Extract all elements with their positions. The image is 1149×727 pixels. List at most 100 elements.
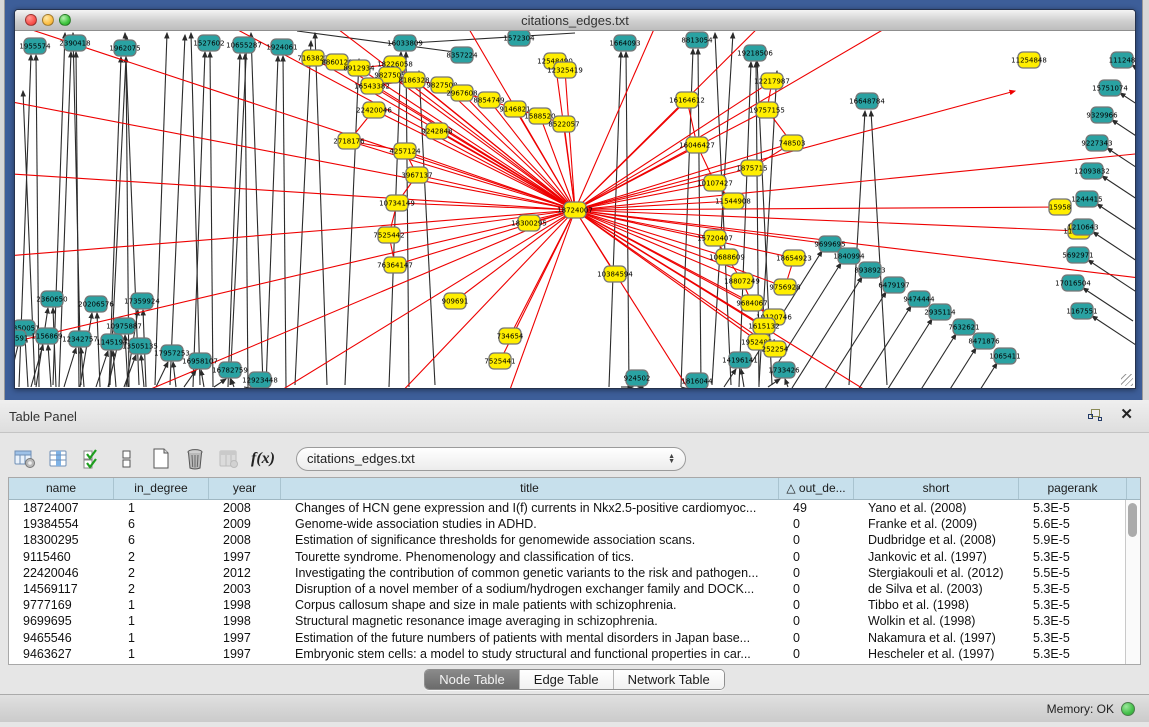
citation-edge-black[interactable] — [1132, 65, 1135, 98]
table-row[interactable]: 2242004622012Investigating the contribut… — [9, 565, 1140, 581]
graph-node-teal[interactable]: 6479197 — [878, 277, 909, 293]
table-row[interactable]: 1872400712008Changes of HCN gene express… — [9, 500, 1140, 516]
graph-node-teal[interactable]: 12342757 — [62, 331, 98, 347]
graph-node-teal[interactable]: 1664093 — [609, 35, 640, 51]
delete-icon[interactable] — [180, 445, 210, 473]
graph-node-teal[interactable]: 17359924 — [124, 293, 160, 309]
tab-network-table[interactable]: Network Table — [614, 670, 724, 689]
table-row[interactable]: 977716911998Corpus callosum shape and si… — [9, 597, 1140, 613]
graph-node-yellow[interactable]: 1875715 — [736, 160, 767, 176]
citation-edge-red[interactable] — [575, 210, 615, 274]
graph-node-teal[interactable]: 19218506 — [737, 45, 773, 61]
function-fx-icon[interactable]: f(x) — [248, 445, 278, 473]
column-header-pagerank[interactable]: pagerank — [1019, 478, 1127, 499]
citation-edge-black[interactable] — [871, 111, 887, 385]
graph-node-yellow[interactable]: 7525441 — [484, 353, 515, 369]
citation-edge-red[interactable] — [15, 31, 575, 210]
citation-edge-black[interactable] — [1107, 148, 1135, 181]
graph-node-teal[interactable]: 20206576 — [78, 296, 114, 312]
citation-network-graph[interactable]: 1872400771638228860128891293418226058982… — [15, 31, 1135, 388]
network-window-titlebar[interactable]: citations_edges.txt — [15, 10, 1135, 31]
table-scrollbar-thumb[interactable] — [1128, 503, 1137, 537]
citation-edge-black[interactable] — [251, 33, 263, 385]
citation-edge-black[interactable] — [96, 351, 108, 387]
citation-edge-red[interactable] — [575, 210, 764, 326]
citation-edge-black[interactable] — [283, 56, 286, 387]
citation-edge-black[interactable] — [1097, 204, 1135, 237]
graph-node-teal[interactable]: 1156869 — [31, 328, 62, 344]
graph-node-teal[interactable]: 1244415 — [1071, 191, 1102, 207]
graph-node-teal[interactable]: 1733426 — [768, 362, 800, 378]
citation-edge-black[interactable] — [792, 277, 862, 388]
graph-node-teal[interactable]: 1167551 — [1066, 303, 1097, 319]
citation-edge-black[interactable] — [155, 33, 167, 385]
citation-edge-red[interactable] — [575, 207, 1060, 210]
citation-edge-black[interactable] — [170, 35, 185, 385]
citation-edge-black[interactable] — [927, 363, 997, 388]
graph-node-yellow[interactable]: 15958 — [1049, 199, 1071, 215]
table-row[interactable]: 1830029562008Estimation of significance … — [9, 532, 1140, 548]
table-scrollbar[interactable] — [1125, 500, 1140, 664]
graph-node-yellow[interactable]: 9242848 — [421, 123, 452, 139]
table-row[interactable]: 1456911722003Disruption of a novel membe… — [9, 581, 1140, 597]
graph-node-teal[interactable]: 111248 — [1109, 52, 1135, 68]
column-header-title[interactable]: title — [281, 478, 779, 499]
graph-node-teal[interactable]: 8471876 — [968, 333, 1000, 349]
graph-node-yellow[interactable]: 4257124 — [389, 143, 421, 159]
tab-edge-table[interactable]: Edge Table — [520, 670, 614, 689]
graph-node-yellow[interactable]: 2718176 — [333, 133, 365, 149]
graph-node-yellow[interactable]: 10688609 — [709, 249, 745, 265]
table-row[interactable]: 946554611997Estimation of the future num… — [9, 630, 1140, 646]
citation-edge-black[interactable] — [862, 319, 932, 388]
graph-node-teal[interactable]: 1572304 — [503, 31, 535, 46]
graph-node-teal[interactable]: 2935114 — [924, 304, 956, 320]
citation-edge-black[interactable] — [1102, 176, 1135, 209]
graph-node-yellow[interactable]: 909691 — [442, 293, 469, 309]
graph-node-yellow[interactable]: 18654923 — [776, 250, 812, 266]
citation-edge-red[interactable] — [575, 210, 715, 388]
citation-edge-black[interactable] — [201, 370, 204, 387]
graph-node-teal[interactable]: 16033809 — [387, 35, 423, 51]
graph-node-yellow[interactable]: 3967137 — [401, 167, 432, 183]
graph-node-teal[interactable]: 2390418 — [59, 35, 90, 51]
graph-node-yellow[interactable]: 8912934 — [343, 60, 375, 76]
unselect-rows-icon[interactable] — [112, 445, 142, 473]
graph-node-teal[interactable]: 8813054 — [681, 32, 713, 48]
graph-node-teal[interactable]: 8357224 — [446, 47, 478, 63]
graph-node-teal[interactable]: 12093832 — [1074, 163, 1110, 179]
graph-node-teal[interactable]: 1955574 — [19, 38, 51, 54]
graph-node-yellow[interactable]: 8186328 — [398, 72, 429, 88]
graph-node-yellow[interactable]: 252254 — [762, 341, 789, 357]
citation-edge-black[interactable] — [210, 52, 213, 387]
citation-edge-black[interactable] — [231, 379, 234, 387]
citation-edge-red[interactable] — [575, 100, 687, 210]
graph-node-teal[interactable]: 1210643 — [1067, 219, 1098, 235]
citation-edge-black[interactable] — [411, 33, 575, 43]
citation-edge-black[interactable] — [173, 362, 176, 387]
table-row[interactable]: 969969511998Structural magnetic resonanc… — [9, 613, 1140, 629]
citation-edge-black[interactable] — [64, 348, 76, 387]
table-settings-icon[interactable] — [10, 445, 40, 473]
graph-node-yellow[interactable]: 16164612 — [669, 92, 705, 108]
citation-edge-black[interactable] — [906, 348, 976, 388]
graph-node-yellow[interactable]: 748503 — [779, 135, 806, 151]
citation-edge-black[interactable] — [156, 362, 168, 387]
graph-node-yellow[interactable]: 9756928 — [769, 279, 800, 295]
graph-node-yellow[interactable]: 12217987 — [754, 73, 790, 89]
column-header-year[interactable]: year — [209, 478, 281, 499]
graph-node-teal[interactable]: 1924061 — [266, 39, 297, 55]
graph-node-teal[interactable]: 17016504 — [1055, 275, 1091, 291]
citation-edge-black[interactable] — [626, 52, 629, 387]
graph-node-yellow[interactable]: 8522057 — [548, 116, 579, 132]
graph-node-teal[interactable]: 16648784 — [849, 93, 885, 109]
graph-node-teal[interactable]: 1065411 — [989, 348, 1020, 364]
citation-edge-red[interactable] — [15, 171, 575, 210]
citation-edge-black[interactable] — [48, 345, 51, 387]
graph-node-teal[interactable]: 1527602 — [193, 35, 224, 51]
graph-node-yellow[interactable]: 1615132 — [748, 318, 779, 334]
citation-edge-black[interactable] — [1093, 232, 1135, 265]
graph-node-teal[interactable]: 1962075 — [109, 40, 140, 56]
citation-edge-red[interactable] — [395, 210, 575, 265]
graph-node-teal[interactable]: 7632621 — [948, 319, 979, 335]
network-canvas[interactable]: 1872400771638228860128891293418226058982… — [15, 31, 1135, 388]
